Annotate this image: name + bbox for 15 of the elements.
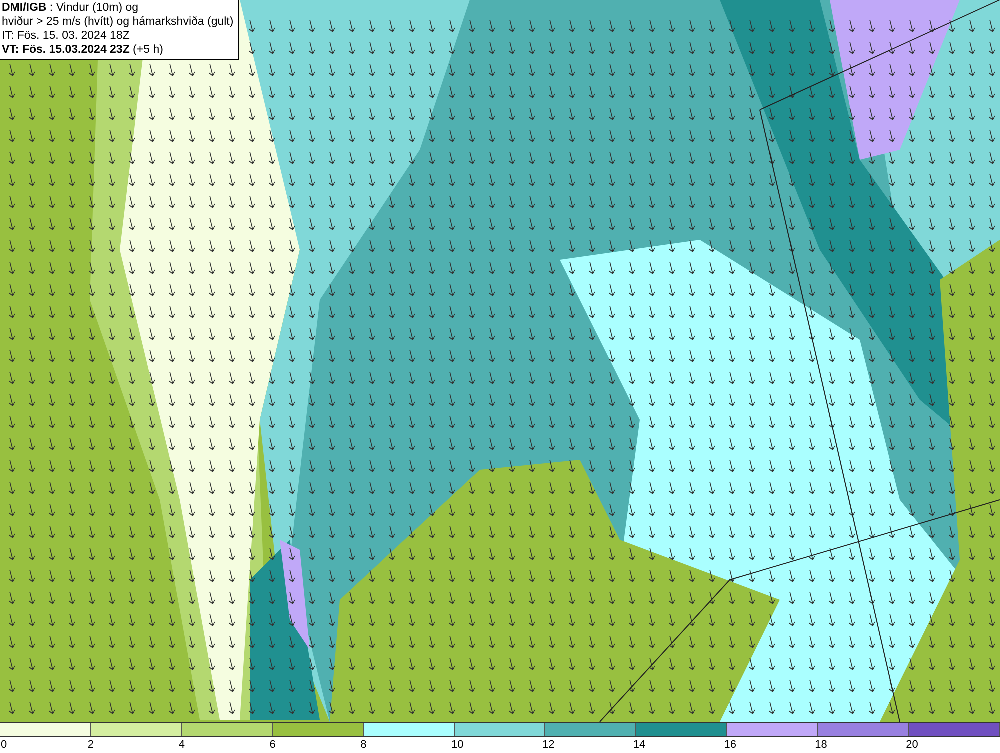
info-text: VT: Fös. 15.03.2024 23Z (+5 h) [2, 43, 164, 57]
info-text: DMI/IGB : Vindur (10m) og [2, 1, 140, 15]
scale-label: 18 [815, 738, 828, 753]
scale-label: 16 [724, 738, 737, 753]
scale-label: 20 [906, 738, 918, 753]
scale-label: 10 [452, 738, 464, 753]
scale-label: 14 [633, 738, 646, 753]
info-text: IT: Fös. 15. 03. 2024 18Z [2, 29, 131, 43]
info-text: hviður > 25 m/s (hvítt) og hámarkshviða (gult) [2, 15, 234, 29]
scale-label: 0 [1, 738, 8, 753]
scale-label: 4 [178, 738, 185, 753]
scale-label: 12 [542, 738, 555, 753]
scale-label: 6 [270, 738, 276, 753]
scale-label: 8 [360, 738, 367, 753]
scale-label: 2 [88, 738, 94, 753]
